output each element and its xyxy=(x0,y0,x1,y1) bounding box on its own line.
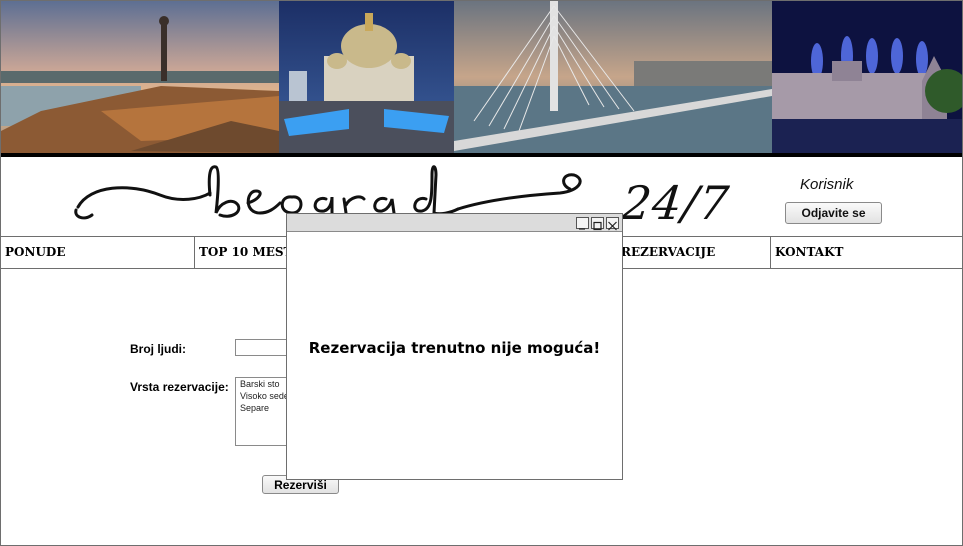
maximize-icon[interactable] xyxy=(591,217,604,231)
logout-button[interactable]: Odjavite se xyxy=(785,202,882,224)
header-banner xyxy=(1,1,962,153)
minimize-icon[interactable] xyxy=(576,217,589,230)
dialog-message: Rezervacija trenutno nije moguća! xyxy=(308,339,601,357)
logo-number: 24/7 xyxy=(619,176,733,230)
close-icon[interactable] xyxy=(606,217,619,231)
banner-photo-fireworks xyxy=(772,1,962,153)
banner-photo-fortress xyxy=(1,1,279,153)
reservation-type-label: Vrsta rezervacije: xyxy=(130,380,229,394)
people-label: Broj ljudi: xyxy=(130,342,186,356)
banner-photo-bridge xyxy=(454,1,772,153)
banner-photo-cathedral xyxy=(279,1,454,153)
nav-item-ponude[interactable]: PONUDE xyxy=(1,237,195,268)
nav-item-kontakt[interactable]: KONTAKT xyxy=(771,237,962,268)
message-dialog: Rezervacija trenutno nije moguća! xyxy=(286,213,623,480)
dialog-title-bar[interactable] xyxy=(287,214,622,232)
user-name: Korisnik xyxy=(800,176,854,193)
